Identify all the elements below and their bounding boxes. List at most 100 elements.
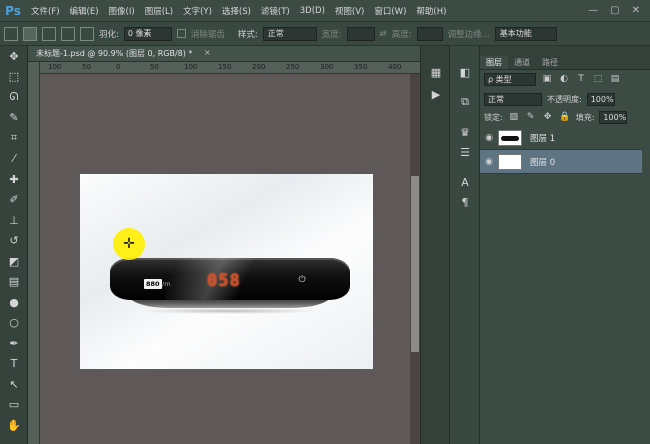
tab-channels[interactable]: 通道 (508, 56, 536, 69)
blur-tool-icon[interactable]: ● (0, 292, 28, 313)
filter-shape-icon[interactable]: ⬚ (592, 73, 604, 85)
feather-input[interactable]: 0 像素 (123, 26, 172, 41)
ruler-mark: 100 (184, 63, 198, 71)
set-top-box-image: 880 /m 058 ⏻ (110, 248, 350, 316)
swatches-panel-icon[interactable]: ⧉ (457, 94, 473, 110)
layer-filter-select[interactable]: ρ 类型 (484, 72, 536, 86)
menu-select[interactable]: 选择(S) (217, 5, 256, 17)
menu-view[interactable]: 视图(V) (330, 5, 369, 17)
layers-panel-tabs: 图层 通道 路径 (480, 56, 650, 70)
document-title: 未标题-1.psd @ 90.9% (图层 0, RGB/8) * (36, 49, 193, 58)
device-badge: 880 (144, 279, 162, 289)
ruler-mark: 0 (116, 63, 121, 71)
width-label: 宽度: (321, 29, 342, 40)
healing-tool-icon[interactable]: ✚ (0, 169, 28, 190)
menu-window[interactable]: 窗口(W) (369, 5, 411, 17)
filter-adjust-icon[interactable]: ◐ (558, 73, 570, 85)
tab-layers[interactable]: 图层 (480, 56, 508, 69)
layer-row[interactable]: ◉ 图层 1 (480, 126, 642, 150)
minimize-button[interactable]: — (588, 5, 598, 16)
style-select[interactable]: 正常 (262, 26, 317, 41)
hand-tool-icon[interactable]: ✋ (0, 415, 28, 436)
brush-tool-icon[interactable]: ✐ (0, 190, 28, 211)
lock-label: 锁定: (484, 112, 503, 122)
add-selection-icon[interactable] (42, 26, 56, 41)
height-input[interactable] (416, 26, 443, 41)
document-canvas[interactable]: 880 /m 058 ⏻ (80, 174, 373, 369)
lock-all-icon[interactable]: 🔒 (559, 111, 571, 123)
maximize-button[interactable]: ▢ (610, 5, 619, 16)
ruler-mark: 200 (252, 63, 266, 71)
menu-edit[interactable]: 编辑(E) (65, 5, 104, 17)
layers-panel: 图层 通道 路径 ρ 类型 ▣ ◐ T ⬚ ▤ 正常 不透明度: 100% 锁定… (480, 46, 650, 444)
menu-filter[interactable]: 滤镜(T) (256, 5, 295, 17)
character-panel-icon[interactable]: A (457, 174, 473, 190)
gradient-tool-icon[interactable]: ▤ (0, 272, 28, 293)
vertical-scrollbar-thumb[interactable] (411, 176, 419, 352)
feather-label: 羽化: (99, 29, 119, 40)
tool-preset-icon[interactable] (4, 26, 18, 41)
visibility-eye-icon[interactable]: ◉ (480, 133, 498, 143)
collapsed-panel-strip: ▦ ▶ (420, 46, 450, 444)
filter-type-icon[interactable]: T (575, 73, 587, 85)
antialias-checkbox[interactable] (176, 29, 186, 38)
layers-list: ◉ 图层 1 ◉ 图层 0 (480, 126, 650, 444)
marquee-tool-icon[interactable]: ⬚ (0, 67, 28, 88)
lock-transparent-icon[interactable]: ▨ (508, 111, 520, 123)
fill-label: 填充: (575, 112, 595, 122)
new-selection-icon[interactable] (23, 26, 37, 41)
lasso-tool-icon[interactable]: ᘏ (0, 87, 28, 108)
filter-smart-icon[interactable]: ▤ (609, 73, 621, 85)
close-document-icon[interactable]: × (204, 48, 211, 57)
menu-help[interactable]: 帮助(H) (411, 5, 451, 17)
visibility-eye-icon[interactable]: ◉ (480, 157, 498, 167)
layer-thumbnail (498, 129, 522, 146)
actions-play-icon[interactable]: ▶ (428, 86, 444, 102)
dodge-tool-icon[interactable]: ○ (0, 313, 28, 334)
ruler-mark: 150 (218, 63, 232, 71)
document-tab[interactable]: 未标题-1.psd @ 90.9% (图层 0, RGB/8) * × (28, 46, 420, 62)
fill-input[interactable]: 100% (599, 110, 628, 124)
clone-stamp-tool-icon[interactable]: ⊥ (0, 210, 28, 231)
filter-pixel-icon[interactable]: ▣ (541, 73, 553, 85)
menu-file[interactable]: 文件(F) (26, 5, 65, 17)
close-window-button[interactable]: ✕ (632, 5, 640, 16)
move-tool-icon[interactable]: ✥ (0, 46, 28, 67)
layer-row-selected[interactable]: ◉ 图层 0 (480, 150, 642, 174)
eraser-tool-icon[interactable]: ◩ (0, 251, 28, 272)
ruler-vertical (28, 62, 40, 444)
subtract-selection-icon[interactable] (61, 26, 75, 41)
opacity-input[interactable]: 100% (586, 92, 615, 106)
path-select-tool-icon[interactable]: ↖ (0, 374, 28, 395)
menu-3d[interactable]: 3D(D) (295, 6, 330, 16)
history-panel-icon[interactable]: ▦ (428, 64, 444, 80)
menu-layer[interactable]: 图层(L) (140, 5, 178, 17)
crop-tool-icon[interactable]: ⌗ (0, 128, 28, 149)
properties-panel-icon[interactable]: ☰ (457, 144, 473, 160)
ruler-mark: 50 (150, 63, 159, 71)
workspace-select[interactable]: 基本功能 (494, 26, 557, 41)
lock-position-icon[interactable]: ✥ (542, 111, 554, 123)
swap-icon[interactable]: ⇄ (380, 29, 387, 39)
lock-paint-icon[interactable]: ✎ (525, 111, 537, 123)
quick-select-tool-icon[interactable]: ✎ (0, 108, 28, 129)
refine-edge-button[interactable]: 调整边缘... (448, 28, 490, 40)
type-tool-icon[interactable]: T (0, 354, 28, 375)
eyedropper-tool-icon[interactable]: ⁄ (0, 149, 28, 170)
toolbox: ✥ ⬚ ᘏ ✎ ⌗ ⁄ ✚ ✐ ⊥ ↺ ◩ ▤ ● ○ ✒ T ↖ ▭ ✋ (0, 46, 28, 444)
width-input[interactable] (346, 26, 375, 41)
color-panel-icon[interactable]: ◧ (457, 64, 473, 80)
intersect-selection-icon[interactable] (80, 26, 94, 41)
ruler-horizontal: 100 50 0 50 100 150 200 250 300 350 400 (40, 62, 420, 74)
pen-tool-icon[interactable]: ✒ (0, 333, 28, 354)
shape-tool-icon[interactable]: ▭ (0, 395, 28, 416)
menu-image[interactable]: 图像(I) (104, 5, 140, 17)
tab-paths[interactable]: 路径 (536, 56, 564, 69)
history-brush-tool-icon[interactable]: ↺ (0, 231, 28, 252)
adjustments-panel-icon[interactable]: ♛ (457, 124, 473, 140)
style-label: 样式: (237, 29, 258, 40)
menu-type[interactable]: 文字(Y) (178, 5, 217, 17)
ruler-mark: 50 (82, 63, 91, 71)
blend-mode-select[interactable]: 正常 (484, 92, 542, 106)
paragraph-panel-icon[interactable]: ¶ (457, 194, 473, 210)
